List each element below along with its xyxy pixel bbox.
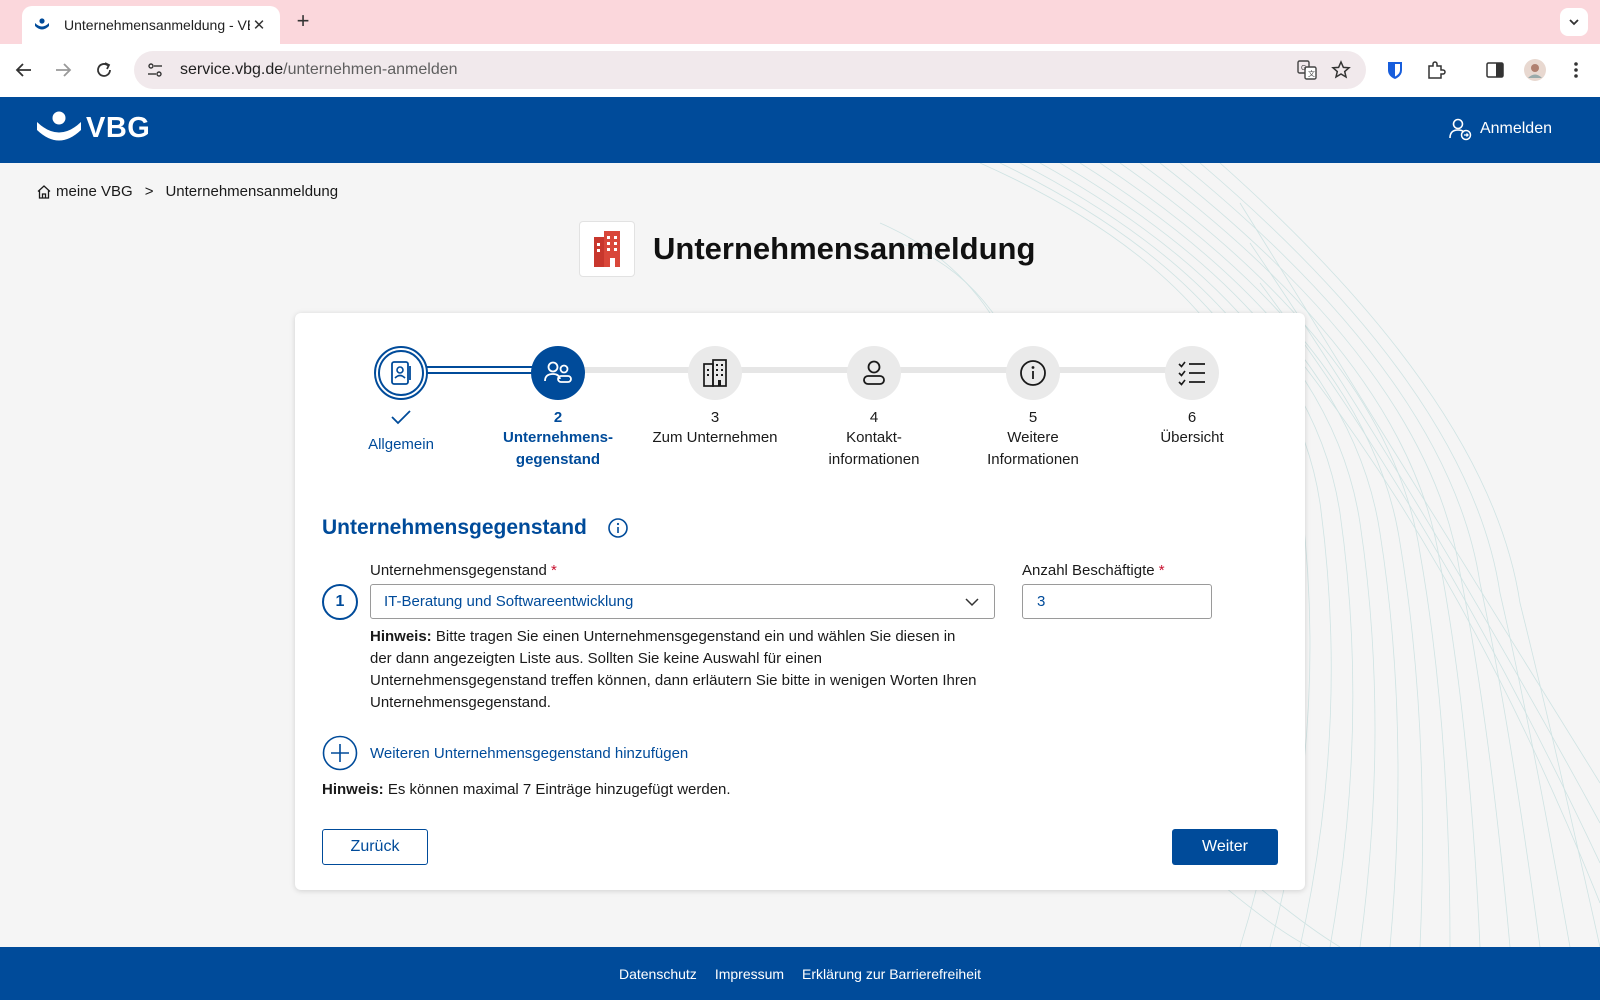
info-tooltip-icon[interactable] bbox=[607, 517, 629, 539]
step-uebersicht[interactable]: 6 Übersicht bbox=[1122, 346, 1262, 449]
site-settings-icon[interactable] bbox=[144, 59, 166, 81]
url-text: service.vbg.de/unternehmen-anmelden bbox=[180, 61, 458, 78]
step-number: 2 bbox=[553, 409, 563, 426]
new-tab-icon[interactable]: + bbox=[291, 10, 315, 34]
step-number: 5 bbox=[1028, 409, 1038, 426]
vbg-favicon-icon bbox=[34, 17, 50, 33]
building-icon bbox=[579, 221, 635, 277]
step-label: Unternehmens- gegenstand bbox=[502, 429, 614, 468]
step-number: 4 bbox=[869, 409, 879, 426]
browser-tabbar: Unternehmensanmeldung - VBG ✕ + bbox=[0, 0, 1600, 44]
entry-number-badge: 1 bbox=[322, 584, 358, 620]
subject-label: Unternehmensgegenstand * bbox=[370, 562, 557, 579]
breadcrumb-current: Unternehmensanmeldung bbox=[165, 183, 339, 200]
tab-title: Unternehmensanmeldung - VBG bbox=[64, 17, 250, 33]
chevron-down-icon bbox=[965, 598, 979, 607]
step-kontaktinformationen[interactable]: 4 Kontakt- informationen bbox=[804, 346, 944, 471]
site-footer: Datenschutz Impressum Erklärung zur Barr… bbox=[0, 947, 1600, 1000]
step-number: 3 bbox=[710, 409, 720, 426]
contact-card-icon bbox=[391, 361, 411, 385]
page-title: Unternehmensanmeldung bbox=[653, 231, 1036, 266]
page-header: Unternehmensanmeldung bbox=[579, 221, 1035, 277]
plus-circle-icon bbox=[322, 735, 358, 771]
max-entries-hint: Hinweis: Es können maximal 7 Einträge hi… bbox=[322, 781, 731, 798]
tab-search-icon[interactable] bbox=[1560, 8, 1588, 36]
step-allgemein[interactable]: Allgemein bbox=[331, 346, 471, 456]
step-weitere-informationen[interactable]: 5 Weitere Informationen bbox=[963, 346, 1103, 471]
registration-card: Allgemein 2 Unternehmens- gegenstand 3 Z… bbox=[295, 313, 1305, 890]
footer-link-impressum[interactable]: Impressum bbox=[715, 966, 784, 982]
profile-avatar-icon[interactable] bbox=[1523, 58, 1547, 82]
breadcrumb-separator: > bbox=[144, 183, 154, 200]
browser-toolbar: service.vbg.de/unternehmen-anmelden G文 bbox=[0, 44, 1600, 97]
step-number: 6 bbox=[1187, 409, 1197, 426]
add-subject-button[interactable]: Weiteren Unternehmensgegenstand hinzufüg… bbox=[322, 735, 688, 771]
employees-label: Anzahl Beschäftigte * bbox=[1022, 562, 1165, 579]
tab-close-icon[interactable]: ✕ bbox=[250, 16, 268, 34]
forward-arrow-icon[interactable] bbox=[51, 58, 75, 82]
svg-text:G: G bbox=[1301, 65, 1306, 72]
bitwarden-icon[interactable] bbox=[1383, 58, 1407, 82]
section-heading: Unternehmensgegenstand bbox=[322, 516, 629, 540]
info-icon bbox=[1020, 360, 1046, 386]
side-panel-icon[interactable] bbox=[1483, 58, 1507, 82]
reload-icon[interactable] bbox=[92, 58, 116, 82]
user-login-icon bbox=[1449, 118, 1472, 141]
step-label: Kontakt- informationen bbox=[828, 429, 920, 468]
step-label: Weitere Informationen bbox=[987, 429, 1079, 468]
footer-link-datenschutz[interactable]: Datenschutz bbox=[619, 966, 697, 982]
back-arrow-icon[interactable] bbox=[12, 58, 36, 82]
extensions-puzzle-icon[interactable] bbox=[1424, 58, 1448, 82]
person-icon bbox=[863, 360, 885, 385]
progress-stepper: Allgemein 2 Unternehmens- gegenstand 3 Z… bbox=[295, 313, 1305, 483]
bookmark-star-icon[interactable] bbox=[1330, 59, 1352, 81]
checklist-icon bbox=[1178, 361, 1205, 386]
browser-menu-icon[interactable] bbox=[1564, 58, 1588, 82]
subject-hint: Hinweis: Bitte tragen Sie einen Unterneh… bbox=[370, 628, 977, 711]
breadcrumb-home-link[interactable]: meine VBG bbox=[56, 183, 133, 200]
browser-tab[interactable]: Unternehmensanmeldung - VBG ✕ bbox=[22, 6, 280, 44]
subject-select[interactable]: IT-Beratung und Softwareentwicklung bbox=[370, 584, 995, 619]
step-unternehmensgegenstand[interactable]: 2 Unternehmens- gegenstand bbox=[488, 346, 628, 471]
svg-text:文: 文 bbox=[1308, 69, 1315, 78]
step-zum-unternehmen[interactable]: 3 Zum Unternehmen bbox=[645, 346, 785, 449]
footer-link-barrierefreiheit[interactable]: Erklärung zur Barrierefreiheit bbox=[802, 966, 981, 982]
section-title: Unternehmensgegenstand bbox=[322, 516, 587, 539]
vbg-logo-icon bbox=[37, 111, 81, 141]
step-label: Übersicht bbox=[1160, 429, 1224, 446]
home-icon[interactable] bbox=[36, 184, 52, 200]
office-building-icon bbox=[703, 359, 727, 387]
next-button[interactable]: Weiter bbox=[1172, 829, 1278, 865]
back-button[interactable]: Zurück bbox=[322, 829, 428, 865]
step-label: Zum Unternehmen bbox=[652, 429, 778, 446]
translate-icon[interactable]: G文 bbox=[1296, 59, 1318, 81]
site-header: VBG Anmelden bbox=[0, 97, 1600, 163]
employees-input[interactable]: 3 bbox=[1022, 584, 1212, 619]
checkmark-icon bbox=[331, 408, 471, 430]
vbg-logo[interactable]: VBG bbox=[36, 111, 150, 145]
users-icon bbox=[544, 361, 572, 383]
breadcrumb: meine VBG > Unternehmensanmeldung bbox=[36, 183, 338, 200]
login-button[interactable]: Anmelden bbox=[1448, 117, 1552, 141]
address-bar[interactable]: service.vbg.de/unternehmen-anmelden G文 bbox=[134, 51, 1366, 89]
step-label: Allgemein bbox=[368, 436, 434, 453]
